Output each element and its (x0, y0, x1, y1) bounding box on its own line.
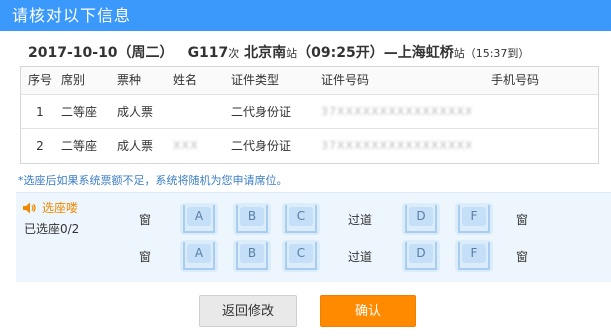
seat-b-button[interactable]: B (232, 202, 272, 236)
aisle-label: 过道 (347, 213, 373, 227)
seat-letter: A (194, 246, 204, 260)
station-suffix: 站 (286, 47, 298, 60)
cell-seat: 二等座 (61, 105, 98, 119)
seat-a-button[interactable]: A (179, 202, 219, 236)
back-button[interactable]: 返回修改 (199, 295, 297, 327)
seat-letter: F (470, 209, 478, 223)
seat-b-button[interactable]: B (232, 239, 272, 273)
cell-id-type: 二代身份证 (231, 105, 292, 119)
table-row: 1 二等座 成人票 二代身份证 37XXXXXXXXXXXXXXXX (21, 95, 598, 129)
seat-selection-panel: 选座喽 已选座0/2 窗过道窗 A B C D F 窗过道窗 A B C D F (16, 192, 611, 282)
depart-time: （09:25开） (297, 45, 384, 61)
seat-c-button[interactable]: C (281, 202, 321, 236)
arrive-time: （15:37到） (464, 47, 530, 60)
window-label: 窗 (138, 250, 152, 264)
seat-chosen-count: 已选座0/2 (24, 222, 80, 236)
route-dash: — (383, 45, 398, 61)
trip-date: 2017-10-10（周二） (28, 45, 174, 61)
header-name: 姓名 (173, 73, 198, 87)
seat-letter: A (194, 209, 204, 223)
trip-summary: 2017-10-10（周二） G117次 北京南站（09:25开）—上海虹桥站（1… (28, 42, 529, 62)
cell-id-type: 二代身份证 (231, 139, 292, 153)
cell-seq: 1 (36, 105, 44, 119)
seat-d-button[interactable]: D (401, 239, 441, 273)
window-label: 窗 (515, 250, 529, 264)
passenger-table: 序号 席别 票种 姓名 证件类型 证件号码 手机号码 1 二等座 成人票 二代身… (20, 66, 599, 164)
cell-ticket: 成人票 (117, 105, 154, 119)
window-label: 窗 (515, 213, 529, 227)
seat-f-button[interactable]: F (454, 202, 494, 236)
station-suffix-2: 站 (453, 47, 465, 60)
cell-id-no: 37XXXXXXXXXXXXXXXX (321, 105, 471, 118)
cell-name: XXX (173, 139, 199, 152)
seat-d-button[interactable]: D (401, 202, 441, 236)
aisle-label: 过道 (347, 250, 373, 264)
train-suffix: 次 (228, 47, 240, 60)
table-header: 序号 席别 票种 姓名 证件类型 证件号码 手机号码 (21, 67, 598, 95)
header-ticket: 票种 (117, 73, 142, 87)
train-number: G117 (187, 45, 229, 61)
seat-letter: F (470, 246, 478, 260)
header-id-type: 证件类型 (231, 73, 280, 87)
table-row: 2 二等座 成人票 XXX 二代身份证 37XXXXXXXXXXXXXXXX (21, 129, 598, 163)
seat-letter: B (247, 246, 257, 260)
from-station: 北京南 (244, 45, 287, 61)
seat-f-button[interactable]: F (454, 239, 494, 273)
header-seat: 席别 (61, 73, 86, 87)
header-phone: 手机号码 (491, 73, 540, 87)
dialog-title: 请核对以下信息 (0, 0, 611, 31)
cell-ticket: 成人票 (117, 139, 154, 153)
window-label: 窗 (138, 213, 152, 227)
cell-id-no: 37XXXXXXXXXXXXXXXX (321, 139, 471, 152)
seat-select-title: 选座喽 (42, 201, 79, 215)
confirm-button[interactable]: 确认 (320, 295, 416, 327)
header-id-no: 证件号码 (321, 73, 370, 87)
to-station: 上海虹桥 (397, 45, 454, 61)
speaker-icon (23, 202, 36, 214)
seat-a-button[interactable]: A (179, 239, 219, 273)
header-seq: 序号 (27, 73, 52, 87)
seat-note: *选座后如果系统票额不足，系统将随机为您申请席位。 (18, 174, 288, 187)
cell-seat: 二等座 (61, 139, 98, 153)
seat-letter: C (296, 246, 306, 260)
seat-letter: D (416, 209, 426, 223)
seat-letter: B (247, 209, 257, 223)
seat-letter: C (296, 209, 306, 223)
seat-letter: D (416, 246, 426, 260)
seat-c-button[interactable]: C (281, 239, 321, 273)
cell-seq: 2 (36, 139, 44, 153)
